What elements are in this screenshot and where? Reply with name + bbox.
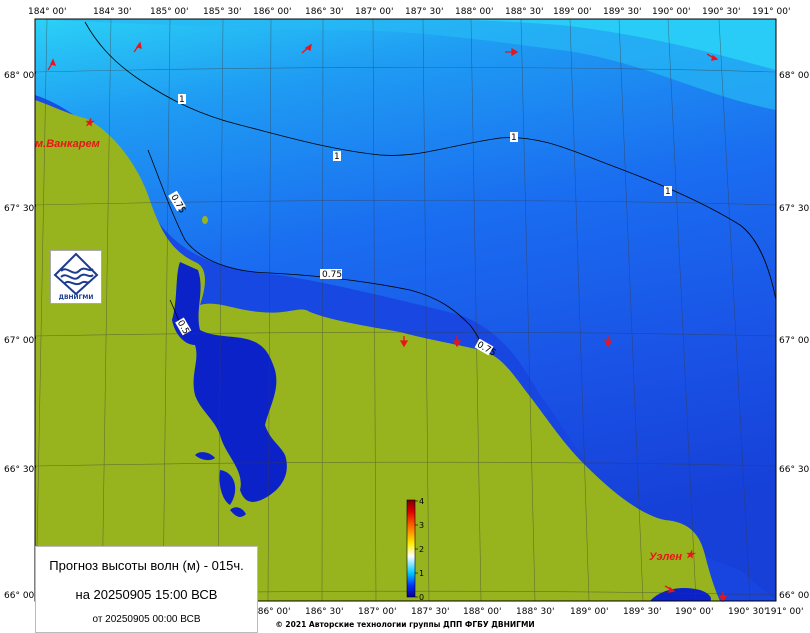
lon-labels-top: 184° 00' 184° 30' 185° 00' 185° 30' 186°… [28, 7, 790, 17]
lon-label: 189° 00' [570, 607, 608, 617]
lon-label: 187° 00' [358, 607, 396, 617]
lon-label: 189° 30' [623, 607, 661, 617]
islet [202, 216, 208, 224]
colorbar-tick: 1 [419, 569, 424, 578]
lat-label: 66° 30' [4, 465, 37, 475]
lon-label: 186° 30' [305, 7, 343, 17]
lon-label: 190° 00' [652, 7, 690, 17]
lat-label: 66° 30' [779, 465, 810, 475]
contour-label: 1 [511, 133, 517, 143]
logo-text: ДВНИГМИ [58, 294, 94, 301]
lon-label: 187° 30' [405, 7, 443, 17]
forecast-valid-time: на 20250905 15:00 ВСВ [75, 587, 218, 602]
lon-label: 185° 30' [203, 7, 241, 17]
lon-label: 190° 30' [728, 607, 766, 617]
lon-label: 187° 00' [355, 7, 393, 17]
lon-label: 187° 30' [411, 607, 449, 617]
lat-label: 67° 30' [779, 204, 810, 214]
colorbar-tick: 2 [419, 545, 424, 554]
wave-height-map: 1 1 1 1 0.75 0.75 0.5 0.75 ★ м.Ванкарем … [4, 7, 810, 617]
lat-label: 66° 00' [4, 591, 37, 601]
lon-label: 184° 00' [28, 7, 66, 17]
colorbar-tick: 0 [419, 593, 424, 602]
lon-label: 188° 30' [516, 607, 554, 617]
colorbar-gradient [406, 499, 416, 598]
lon-label: 188° 30' [505, 7, 543, 17]
lat-labels-right: 68° 00' 67° 30' 67° 00' 66° 30' 66° 00' [779, 71, 810, 601]
lon-label: 189° 00' [553, 7, 591, 17]
lon-label: 191° 00' [765, 607, 803, 617]
lon-label: 186° 00' [253, 7, 291, 17]
lat-label: 67° 30' [4, 204, 37, 214]
place-uelen: Уэлен ★ [649, 549, 697, 563]
lat-label: 66° 00' [779, 591, 810, 601]
place-label-uelen: Уэлен [649, 551, 682, 563]
contour-label: 1 [179, 95, 185, 105]
contour-label: 0.75 [322, 270, 342, 280]
contour-label: 1 [665, 187, 671, 197]
forecast-title: Прогноз высоты волн (м) - 015ч. [49, 558, 244, 573]
lon-label: 189° 30' [603, 7, 641, 17]
lon-label: 188° 00' [455, 7, 493, 17]
logo-emblem-icon [53, 252, 99, 296]
lon-label: 190° 30' [702, 7, 740, 17]
lon-label: 190° 00' [675, 607, 713, 617]
place-label-vankarem: м.Ванкарем [35, 138, 100, 150]
lon-label: 185° 00' [150, 7, 188, 17]
lat-labels-left: 68° 00' 67° 30' 67° 00' 66° 30' 66° 00' [4, 71, 37, 601]
lat-label: 67° 00' [4, 336, 37, 346]
lon-label: 188° 00' [463, 607, 501, 617]
contour-label: 1 [334, 152, 340, 162]
lon-label: 191° 00' [752, 7, 790, 17]
lon-label: 186° 30' [305, 607, 343, 617]
lat-label: 67° 00' [779, 336, 810, 346]
colorbar-tick: 4 [419, 497, 424, 506]
lat-label: 68° 00' [4, 71, 37, 81]
lon-label: 184° 30' [93, 7, 131, 17]
copyright-footer: © 2021 Авторские технологии группы ДПП Ф… [275, 620, 535, 629]
dvnigmi-logo: ДВНИГМИ [50, 250, 102, 304]
lat-label: 68° 00' [779, 71, 810, 81]
colorbar-tick: 3 [419, 521, 424, 530]
